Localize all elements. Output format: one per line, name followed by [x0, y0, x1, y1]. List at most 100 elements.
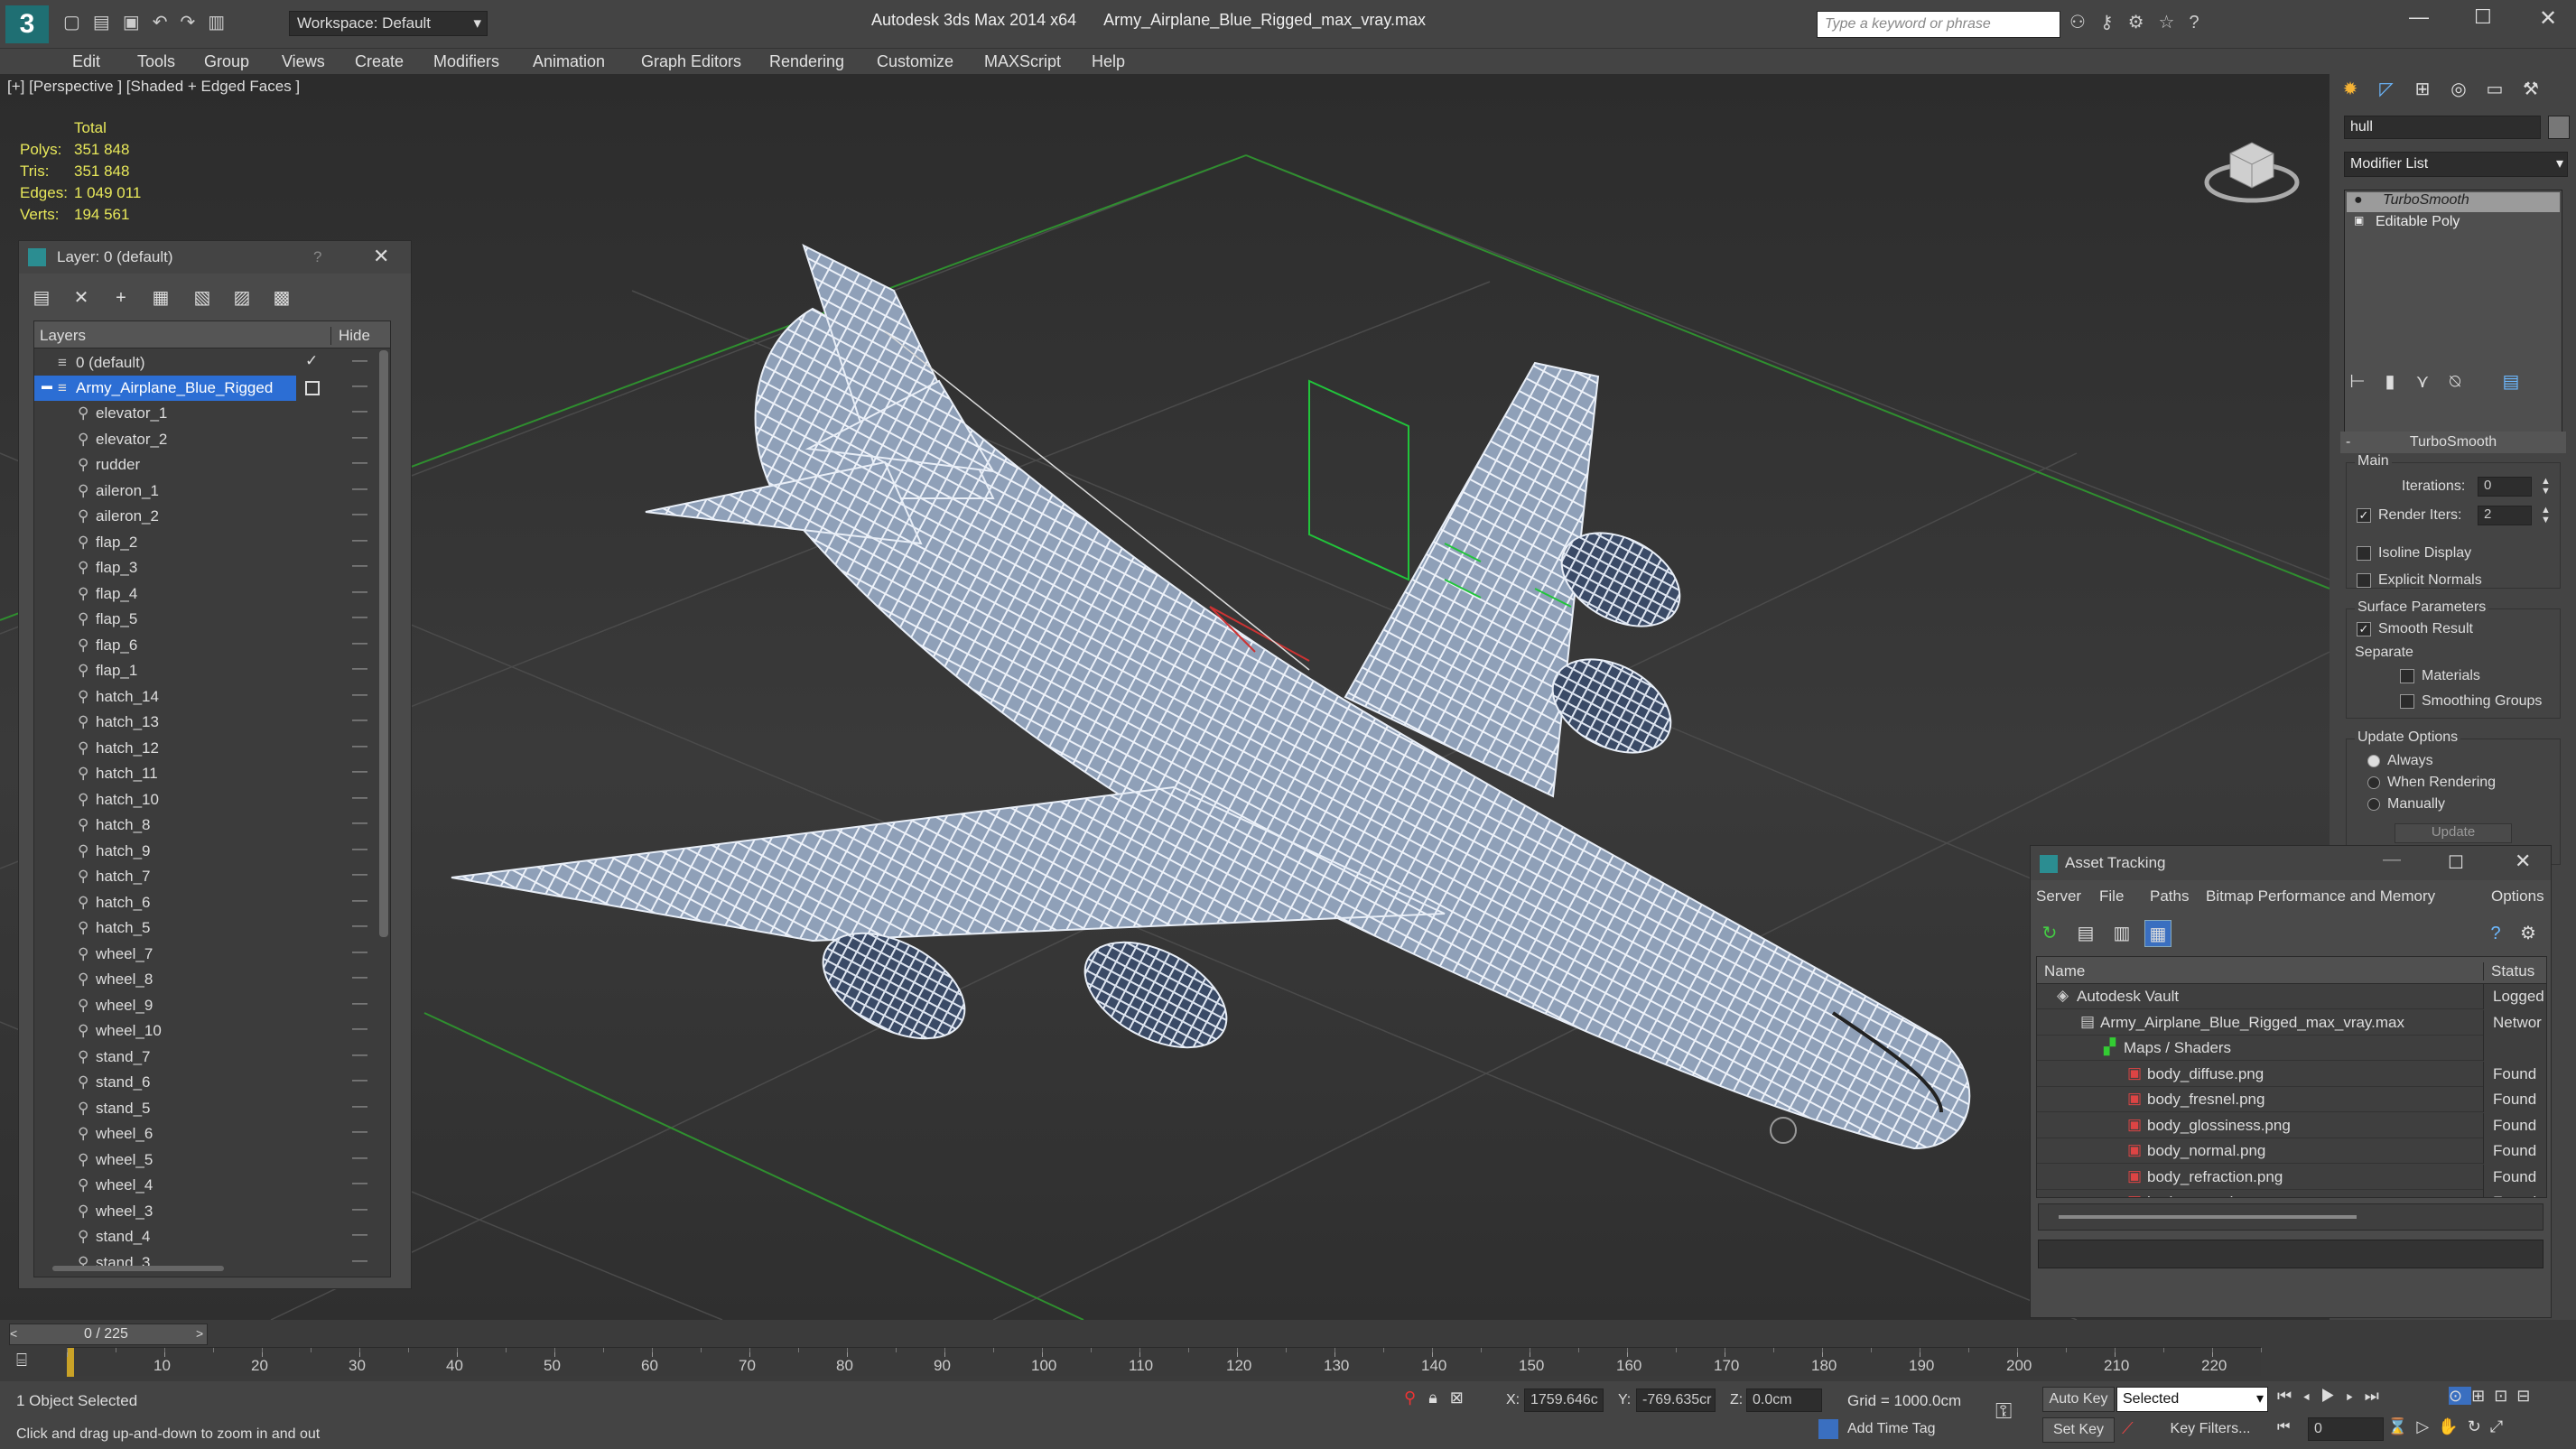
display-tab-icon[interactable]: ▭	[2481, 76, 2508, 103]
x-coordinate-field[interactable]: 1759.646c	[1524, 1389, 1604, 1412]
layer-object-row[interactable]: ⚲ hatch_13 —	[34, 710, 377, 735]
help-icon[interactable]: ?	[313, 248, 321, 266]
menu-server[interactable]: Server	[2036, 887, 2081, 906]
favorites-icon[interactable]: ☆	[2159, 13, 2190, 33]
list-view-icon[interactable]: ▤	[2072, 920, 2099, 947]
layer-object-row[interactable]: ⚲ wheel_10 —	[34, 1018, 377, 1044]
maximize-button[interactable]: ☐	[2474, 5, 2492, 29]
menu-tools[interactable]: Tools	[137, 52, 175, 71]
freeze-all-icon[interactable]: ▩	[268, 284, 295, 311]
layer-object-row[interactable]: ⚲ elevator_2 —	[34, 427, 377, 452]
object-name-field[interactable]: hull	[2344, 116, 2541, 139]
hide-toggle[interactable]: —	[352, 788, 367, 806]
hide-toggle[interactable]: —	[352, 1225, 367, 1243]
smoothing-groups-checkbox[interactable]: Smoothing Groups	[2400, 693, 2542, 710]
hide-toggle[interactable]: —	[352, 351, 367, 369]
hide-toggle[interactable]: —	[352, 891, 367, 909]
add-time-tag[interactable]: Add Time Tag	[1818, 1417, 1981, 1443]
column-hide[interactable]: Hide	[330, 327, 370, 345]
go-to-start-icon[interactable]: ⏮	[2277, 1387, 2302, 1405]
minimize-button[interactable]: —	[2409, 5, 2429, 29]
when-rendering-radio[interactable]: When Rendering	[2367, 775, 2496, 791]
maximize-viewport-icon[interactable]: ⤢	[2490, 1417, 2512, 1435]
isolate-icon[interactable]: ⚲	[1404, 1389, 1428, 1407]
column-status[interactable]: Status	[2483, 962, 2534, 980]
close-button[interactable]: ✕	[2539, 5, 2557, 32]
hide-toggle[interactable]: —	[352, 685, 367, 703]
layer-object-row[interactable]: ⚲ wheel_5 —	[34, 1147, 377, 1173]
show-end-result-icon[interactable]: ▮	[2376, 368, 2404, 395]
next-key-icon[interactable]: ▸	[2346, 1387, 2364, 1405]
zoom-all-icon[interactable]: ⊞	[2471, 1387, 2494, 1405]
key-icon[interactable]: ⚷	[2100, 13, 2128, 33]
layer-object-row[interactable]: ⚲ hatch_11 —	[34, 761, 377, 786]
isoline-display-checkbox[interactable]: Isoline Display	[2357, 545, 2471, 562]
manually-radio[interactable]: Manually	[2367, 796, 2445, 813]
light-bulb-icon[interactable]: ●	[2354, 192, 2363, 209]
hide-toggle[interactable]: —	[352, 453, 367, 471]
layer-object-row[interactable]: ⚲ stand_3—	[34, 1250, 377, 1276]
menu-customize[interactable]: Customize	[877, 52, 953, 71]
hide-toggle[interactable]: —	[352, 813, 367, 831]
asset-path-field[interactable]	[2038, 1240, 2543, 1268]
layer-row-selected[interactable]: ▬ ≡ Army_Airplane_Blue_Rigged —	[34, 376, 377, 401]
zoom-icon[interactable]: ⊙	[2449, 1387, 2472, 1405]
help-icon[interactable]: ?	[2189, 13, 2213, 33]
zoom-extents-all-icon[interactable]: ⊟	[2516, 1387, 2539, 1405]
asset-row[interactable]: ◈ Autodesk Vault Logged	[2037, 984, 2546, 1009]
y-coordinate-field[interactable]: -769.635cr	[1636, 1389, 1716, 1412]
pan-icon[interactable]: ✋	[2438, 1417, 2467, 1435]
update-button[interactable]: Update	[2395, 823, 2512, 843]
refresh-icon[interactable]: ↻	[2036, 920, 2063, 947]
time-config-icon[interactable]: ⌛	[2387, 1417, 2416, 1435]
time-cursor[interactable]	[67, 1348, 74, 1377]
new-file-icon[interactable]: ▢	[63, 13, 93, 33]
close-button[interactable]: ✕	[2515, 850, 2531, 873]
smooth-result-checkbox[interactable]: ✓ Smooth Result	[2357, 621, 2473, 637]
layer-row-default[interactable]: ≡ 0 (default) ✓ —	[34, 350, 377, 376]
menu-bitmap-performance[interactable]: Bitmap Performance and Memory	[2206, 887, 2435, 906]
hide-toggle[interactable]: —	[352, 428, 367, 446]
layer-object-row[interactable]: ⚲ flap_6 —	[34, 633, 377, 658]
viewport-label[interactable]: [+] [Perspective ] [Shaded + Edged Faces…	[7, 78, 300, 96]
hide-toggle[interactable]: —	[352, 943, 367, 961]
key-icon[interactable]: ⚿	[1995, 1399, 2012, 1425]
auto-key-button[interactable]: Auto Key	[2042, 1387, 2115, 1412]
column-layers[interactable]: Layers	[40, 327, 86, 345]
layer-object-row[interactable]: ⚲ elevator_1 —	[34, 401, 377, 426]
layer-dialog-titlebar[interactable]: Layer: 0 (default) ? ✕	[19, 241, 411, 274]
asset-row[interactable]: ▤ Army_Airplane_Blue_Rigged_max_vray.max N…	[2037, 1009, 2546, 1036]
create-tab-icon[interactable]: ✹	[2337, 76, 2364, 103]
hide-toggle[interactable]: —	[352, 376, 367, 395]
object-color-swatch[interactable]	[2548, 116, 2570, 139]
layer-object-row[interactable]: ⚲ aileron_2 —	[34, 504, 377, 529]
modify-tab-icon[interactable]: ◸	[2373, 76, 2400, 103]
stack-item-turbosmooth[interactable]: ● TurboSmooth	[2347, 192, 2560, 212]
make-unique-icon[interactable]: ⋎	[2409, 368, 2436, 395]
expand-icon[interactable]: ▣	[2354, 214, 2364, 227]
menu-views[interactable]: Views	[282, 52, 325, 71]
orbit-icon[interactable]: ↻	[2468, 1417, 2490, 1435]
next-frame-icon[interactable]: >	[196, 1326, 203, 1341]
asset-hscrollbar[interactable]	[2038, 1203, 2543, 1231]
pin-stack-icon[interactable]: ⊢	[2344, 368, 2371, 395]
prev-key-icon[interactable]: ◂	[2302, 1387, 2320, 1405]
layer-list[interactable]: Layers Hide ≡ 0 (default) ✓ — ▬ ≡ Army_A…	[33, 320, 391, 1277]
hide-toggle[interactable]: —	[352, 1019, 367, 1037]
table-view-icon[interactable]: ▦	[2144, 920, 2171, 947]
asset-row[interactable]: ▣ body_refraction.png Found	[2037, 1164, 2546, 1190]
z-coordinate-field[interactable]: 0.0cm	[1746, 1389, 1822, 1412]
hide-toggle[interactable]: —	[352, 916, 367, 934]
render-iters-checkbox[interactable]: ✓ Render Iters:	[2357, 507, 2461, 524]
airplane-model[interactable]	[451, 244, 1971, 1150]
layer-object-row[interactable]: ⚲ rudder —	[34, 452, 377, 478]
field-of-view-icon[interactable]: ▷	[2416, 1417, 2438, 1435]
collapse-icon[interactable]: -	[2346, 432, 2350, 453]
minimize-button[interactable]: —	[2383, 850, 2401, 870]
menu-group[interactable]: Group	[204, 52, 249, 71]
asset-row[interactable]: ▣ body_normal.png Found	[2037, 1138, 2546, 1164]
menu-modifiers[interactable]: Modifiers	[433, 52, 499, 71]
zoom-extents-icon[interactable]: ⊡	[2494, 1387, 2516, 1405]
set-key-icon[interactable]: ⟋	[2122, 1419, 2134, 1438]
app-logo-icon[interactable]: 3	[5, 5, 49, 43]
